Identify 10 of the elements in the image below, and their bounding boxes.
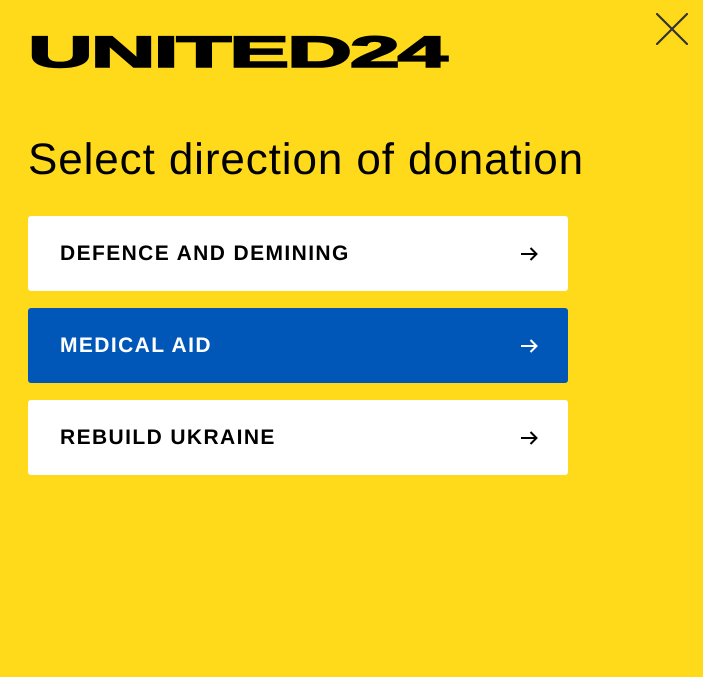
donation-direction-button[interactable]: DEFENCE AND DEMINING: [28, 216, 568, 291]
brand-logo: UNITED24: [28, 35, 448, 71]
arrow-right-icon: [520, 430, 538, 444]
close-button[interactable]: [656, 13, 688, 45]
arrow-right-icon: [520, 246, 538, 260]
donation-direction-button[interactable]: REBUILD UKRAINE: [28, 400, 568, 475]
close-icon: [656, 13, 688, 45]
arrow-right-icon: [520, 338, 538, 352]
dialog-heading: Select direction of donation: [28, 134, 585, 186]
donation-direction-button[interactable]: MEDICAL AID: [28, 308, 568, 383]
